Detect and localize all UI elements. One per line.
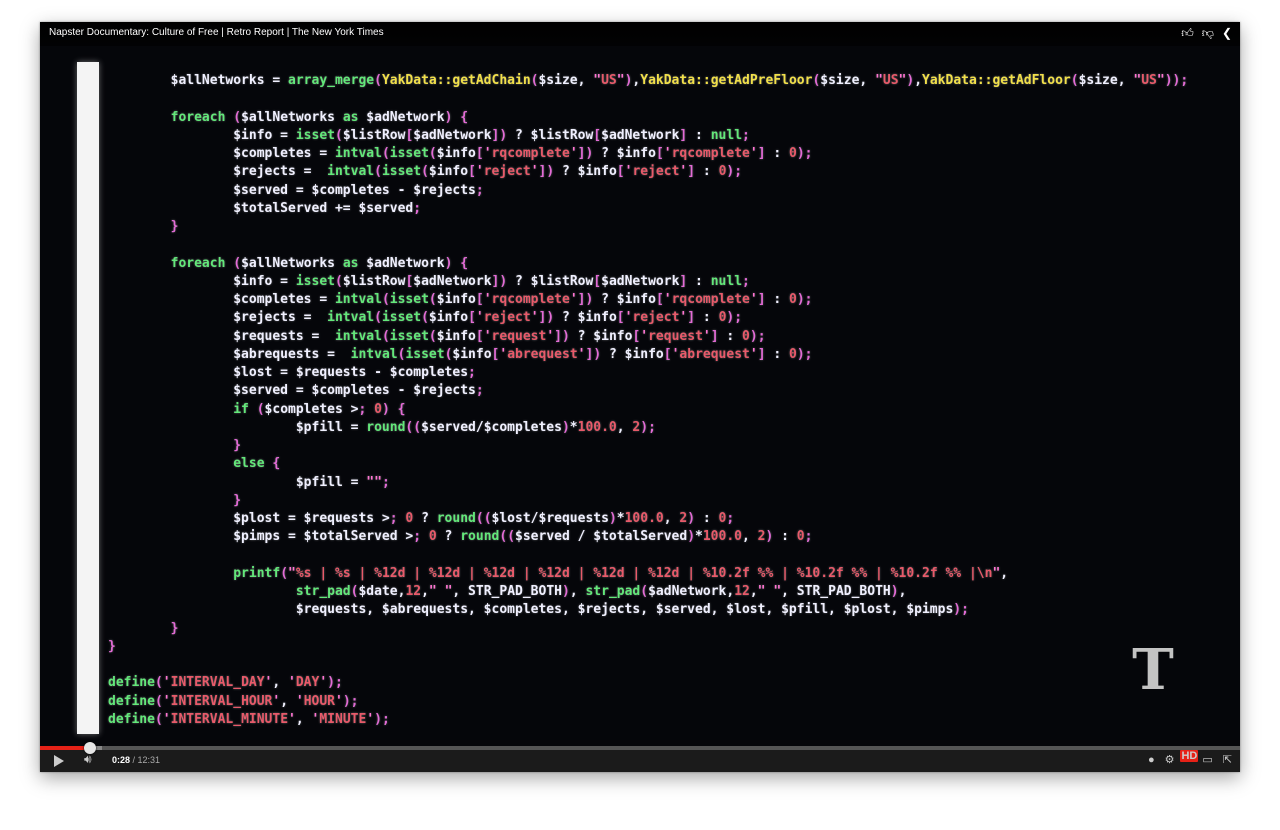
code-line: else {	[233, 456, 281, 472]
code-line: foreach ($allNetworks as $adNetwork) {	[170, 109, 469, 125]
code-line: $pfill = "";	[108, 474, 390, 490]
right-controls: ● ⚙ HD ▭ ⇱	[1148, 750, 1232, 766]
video-title[interactable]: Napster Documentary: Culture of Free | R…	[49, 27, 384, 38]
progress-played	[40, 746, 91, 750]
code-line: $info = isset($listRow[$adNetwork]) ? $l…	[108, 273, 750, 289]
share-icon[interactable]: ❮	[1222, 26, 1232, 40]
code-line: $pfill = round(($served/$completes)*100.…	[108, 419, 656, 435]
player-controls: 🔊︎ 0:28 / 12:31 ● ⚙ HD ▭ ⇱	[40, 742, 1240, 772]
code-line: printf("%s | %s | %12d | %12d | %12d | %…	[233, 565, 1009, 581]
settings-icon[interactable]: ⚙ HD	[1165, 750, 1199, 766]
code-line: $requests = intval(isset($info['request'…	[108, 328, 766, 344]
fullscreen-icon[interactable]: ⇱	[1223, 753, 1232, 766]
theater-icon[interactable]: ▭	[1202, 753, 1212, 766]
current-time: 0:28	[112, 755, 131, 765]
code-line: $rejects = intval(isset($info['reject'])…	[108, 310, 743, 326]
code-line: $totalServed += $served;	[108, 200, 422, 216]
top-actions: 👍︎ 👎︎ ❮	[1181, 26, 1232, 40]
video-player[interactable]: Napster Documentary: Culture of Free | R…	[40, 22, 1240, 772]
code-line: $pimps = $totalServed >; 0 ? round(($ser…	[108, 529, 813, 545]
code-line: $allNetworks = array_merge(YakData::getA…	[108, 73, 1189, 88]
volume-icon[interactable]: 🔊︎	[84, 752, 92, 767]
thumbs-down-icon[interactable]: 👎︎	[1202, 26, 1214, 40]
code-line: define('INTERVAL_DAY', 'DAY');	[108, 675, 343, 691]
code-line: if ($completes >; 0) {	[233, 401, 406, 417]
control-row: 🔊︎ 0:28 / 12:31 ● ⚙ HD ▭ ⇱	[40, 750, 1240, 772]
editor-gutter-bar	[77, 62, 99, 734]
code-line: $served = $completes - $rejects;	[108, 383, 484, 399]
time-separator: /	[130, 755, 138, 765]
code-line: $requests, $abrequests, $completes, $rej…	[108, 602, 969, 618]
code-line: $completes = intval(isset($info['rqcompl…	[108, 292, 813, 307]
code-line: define('INTERVAL_HOUR', 'HOUR');	[108, 693, 359, 709]
code-line: }	[233, 492, 242, 508]
progress-bar[interactable]	[40, 742, 1240, 754]
time-display: 0:28 / 12:31	[112, 755, 160, 765]
hd-badge: HD	[1180, 750, 1199, 762]
code-line: $plost = $requests >; 0 ? round(($lost/$…	[108, 511, 735, 526]
code-line: }	[170, 620, 179, 636]
code-line: $lost = $requests - $completes;	[108, 365, 476, 380]
info-icon[interactable]: ●	[1148, 754, 1155, 766]
title-bar: Napster Documentary: Culture of Free | R…	[40, 22, 1240, 46]
video-frame[interactable]: Napster Documentary: Culture of Free | R…	[40, 22, 1240, 746]
duration: 12:31	[137, 755, 161, 765]
code-line: }	[108, 638, 116, 654]
play-icon[interactable]	[54, 755, 64, 767]
nyt-logo: T	[1132, 637, 1174, 703]
code-line: $completes = intval(isset($info['rqcompl…	[108, 146, 813, 161]
code-line: }	[170, 219, 179, 234]
code-line: str_pad($date,12," ", STR_PAD_BOTH), str…	[295, 584, 907, 599]
thumbs-up-icon[interactable]: 👍︎	[1181, 26, 1194, 40]
code-line: $abrequests = intval(isset($info['abrequ…	[108, 346, 813, 362]
code-line: $served = $completes - $rejects;	[108, 182, 484, 198]
code-listing: $allNetworks = array_merge(YakData::getA…	[108, 72, 1188, 729]
code-line: foreach ($allNetworks as $adNetwork) {	[170, 255, 469, 271]
code-line: }	[233, 438, 242, 453]
code-line: $rejects = intval(isset($info['reject'])…	[108, 164, 743, 180]
code-line: define('INTERVAL_MINUTE', 'MINUTE');	[108, 711, 390, 727]
code-line: $info = isset($listRow[$adNetwork]) ? $l…	[108, 127, 750, 143]
